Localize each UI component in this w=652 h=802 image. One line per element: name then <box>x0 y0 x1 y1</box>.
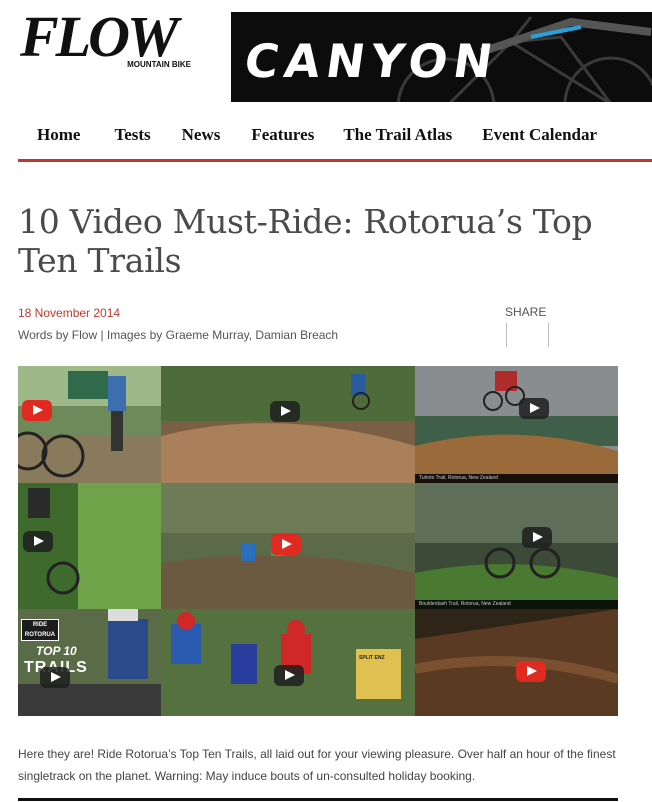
play-button[interactable] <box>516 661 546 682</box>
play-button[interactable] <box>40 667 70 688</box>
share-divider <box>506 323 507 347</box>
flow-logo[interactable]: FLOW MOUNTAIN BIKE <box>20 6 195 74</box>
video-tile[interactable]: Tuhoto Trail, Rotorua, New Zealand <box>415 366 618 483</box>
play-button[interactable] <box>22 400 52 421</box>
play-button[interactable] <box>270 401 300 422</box>
ride-rotorua-badge: RIDE ROTORUA <box>21 619 59 641</box>
video-caption: Boulderdash Trail, Rotorua, New Zealand <box>419 601 511 607</box>
video-tile[interactable] <box>415 609 618 716</box>
video-thumbnail <box>18 366 161 483</box>
nav-features[interactable]: Features <box>251 120 314 150</box>
trail-sign: SPLIT ENZ <box>359 655 385 661</box>
play-button[interactable] <box>23 531 53 552</box>
video-tile[interactable] <box>18 366 161 483</box>
share-label: SHARE <box>505 305 547 319</box>
article-intro: Here they are! Ride Rotorua’s Top Ten Tr… <box>18 747 616 783</box>
video-thumbnail <box>161 366 415 483</box>
article-date: 18 November 2014 <box>18 306 121 320</box>
section-divider <box>18 798 618 801</box>
play-button[interactable] <box>274 665 304 686</box>
video-tile[interactable] <box>18 483 161 609</box>
video-caption-bar: Tuhoto Trail, Rotorua, New Zealand <box>415 474 618 483</box>
canyon-banner-ad[interactable]: CANYON <box>231 12 652 102</box>
play-button[interactable] <box>519 398 549 419</box>
sign-text: SPLIT ENZ <box>359 655 385 661</box>
article-byline: Words by Flow | Images by Graeme Murray,… <box>18 328 339 342</box>
video-caption: Tuhoto Trail, Rotorua, New Zealand <box>419 475 499 481</box>
logo-wordmark: FLOW <box>20 4 179 69</box>
top10-text: TOP 10 <box>36 644 77 658</box>
nav-event-calendar[interactable]: Event Calendar <box>482 120 597 150</box>
article-title: 10 Video Must-Ride: Rotorua’s Top Ten Tr… <box>18 202 593 280</box>
nav-news[interactable]: News <box>182 120 221 150</box>
video-tile[interactable]: SPLIT ENZ <box>161 609 415 716</box>
video-thumbnail <box>415 483 618 609</box>
video-caption-bar: Boulderdash Trail, Rotorua, New Zealand <box>415 600 618 609</box>
nav-tests[interactable]: Tests <box>114 120 150 150</box>
video-tile[interactable]: RIDE ROTORUA TOP 10 TRAILS <box>18 609 161 716</box>
video-thumbnail <box>161 609 415 716</box>
badge-text: RIDE ROTORUA <box>24 622 56 638</box>
play-button[interactable] <box>271 534 301 555</box>
nav-trail-atlas[interactable]: The Trail Atlas <box>343 120 452 150</box>
main-nav: Home Tests News Features The Trail Atlas… <box>18 120 652 162</box>
play-button[interactable] <box>522 527 552 548</box>
video-thumbnail <box>415 366 618 483</box>
video-tile[interactable] <box>161 483 415 609</box>
video-tile[interactable] <box>161 366 415 483</box>
share-divider <box>548 323 549 347</box>
top10-label: TOP 10 <box>36 644 77 658</box>
logo-subtitle: MOUNTAIN BIKE <box>127 60 191 69</box>
video-grid: Tuhoto Trail, Rotorua, New Zealand Bould… <box>18 366 618 716</box>
video-tile[interactable]: Boulderdash Trail, Rotorua, New Zealand <box>415 483 618 609</box>
banner-brand-text: CANYON <box>241 34 502 88</box>
nav-home[interactable]: Home <box>37 120 80 150</box>
